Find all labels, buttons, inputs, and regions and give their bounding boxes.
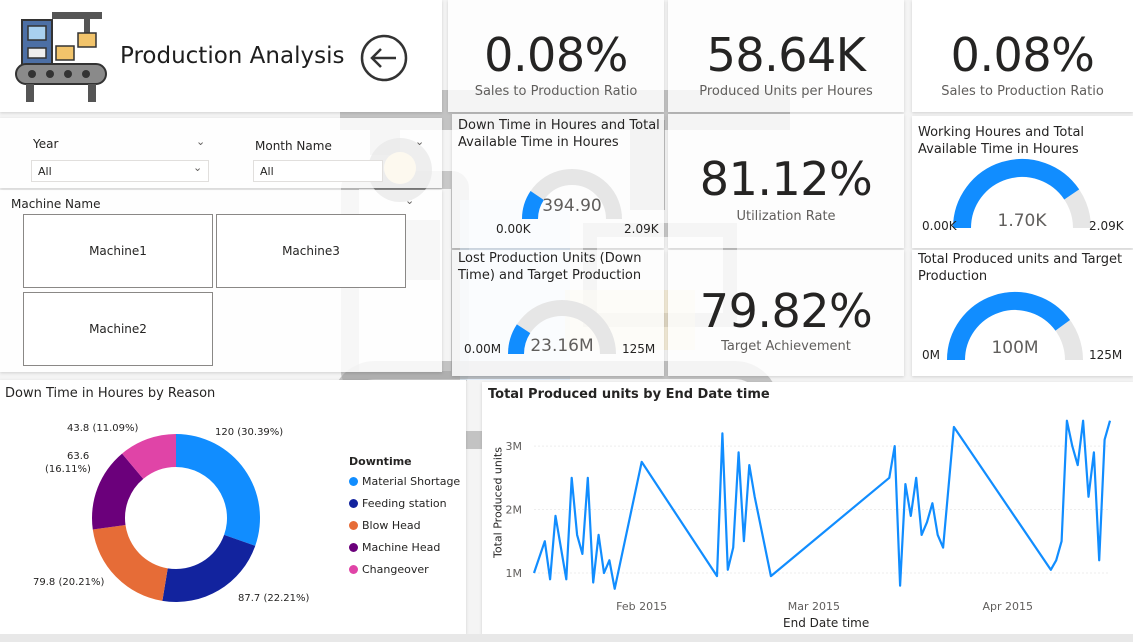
machine-tile-3[interactable]: Machine3 — [216, 214, 406, 288]
kpi-card-sales-ratio: 0.08% Sales to Production Ratio — [448, 0, 664, 112]
month-dropdown[interactable]: All — [253, 160, 383, 182]
kpi-card-utilization: 81.12% Utilization Rate — [668, 114, 904, 248]
gauge-max: 125M — [622, 342, 656, 356]
legend-item[interactable]: Machine Head — [349, 541, 440, 554]
gauge-card-produced-target: Total Produced units and Target Producti… — [912, 250, 1133, 376]
chevron-down-icon[interactable]: ⌄ — [415, 135, 424, 148]
gauge-max: 125M — [1089, 348, 1123, 362]
gauge-card-working-hours: Working Houres and Total Available Time … — [912, 116, 1133, 248]
year-dropdown[interactable]: All — [31, 160, 209, 182]
data-label: 63.6 — [67, 451, 90, 462]
donut-slice — [92, 525, 168, 601]
kpi-label: Sales to Production Ratio — [474, 84, 638, 99]
page-title: Production Analysis — [120, 43, 345, 69]
downtime-donut-card: Down Time in Houres by Reason 120 (30.39… — [0, 380, 466, 634]
gauge-value: 23.16M — [530, 336, 594, 356]
month-slicer-label: Month Name — [255, 139, 332, 153]
chevron-down-icon[interactable]: ⌄ — [193, 161, 202, 174]
kpi-card-target-achievement: 79.82% Target Achievement — [668, 250, 904, 376]
kpi-card-sales-ratio-2: 0.08% Sales to Production Ratio — [912, 0, 1133, 112]
machine-slicer: Machine Name ⌄ Machine1 Machine3 Machine… — [0, 190, 442, 372]
legend-item[interactable]: Changeover — [349, 563, 429, 576]
legend-marker — [349, 477, 358, 486]
data-label: 43.8 (11.09%) — [67, 423, 139, 434]
back-arrow-icon[interactable] — [359, 33, 409, 83]
data-label: 87.7 (22.21%) — [238, 593, 310, 604]
gauge-min: 0.00M — [464, 342, 502, 356]
kpi-label: Sales to Production Ratio — [941, 84, 1104, 99]
legend-item[interactable]: Blow Head — [349, 519, 421, 532]
legend-label: Material Shortage — [362, 475, 461, 488]
gauge-arc — [508, 300, 616, 355]
gauge-min: 0M — [922, 348, 940, 362]
page-tabs-bar — [0, 634, 1133, 642]
data-label: 120 (30.39%) — [215, 427, 284, 438]
data-label: 79.8 (20.21%) — [33, 577, 105, 588]
data-label: (16.11%) — [45, 464, 91, 475]
machine-tile-2[interactable]: Machine2 — [23, 292, 213, 366]
legend-marker — [349, 565, 358, 574]
kpi-value: 81.12% — [699, 152, 873, 206]
legend-marker — [349, 543, 358, 552]
line-chart: 1M 2M 3M Feb 2015 Mar 2015 Apr 2015 — [506, 419, 1112, 613]
chevron-down-icon[interactable]: ⌄ — [405, 194, 414, 207]
kpi-value: 58.64K — [706, 28, 866, 82]
legend-item[interactable]: Feeding station — [349, 497, 447, 510]
kpi-value: 0.08% — [484, 28, 628, 82]
gauge-min: 0.00K — [922, 219, 957, 233]
gauge-value: 100M — [991, 338, 1039, 358]
gauge-min: 0.00K — [496, 222, 531, 236]
y-axis-title: Total Produced units — [491, 447, 505, 558]
header-card: Production Analysis — [0, 0, 442, 112]
legend-item[interactable]: Material Shortage — [349, 475, 460, 488]
factory-conveyor-icon — [15, 12, 107, 102]
filter-panel: Year ⌄ All ⌄ Month Name ⌄ All — [0, 118, 442, 188]
y-tick-label: 1M — [506, 567, 523, 580]
kpi-label: Target Achievement — [721, 339, 851, 354]
x-axis-title: End Date time — [783, 616, 870, 630]
gauge-max: 2.09K — [1089, 219, 1124, 233]
x-tick-label: Feb 2015 — [616, 600, 667, 613]
gauge-value: 394.90 — [542, 196, 602, 216]
year-dropdown-value: All — [38, 165, 52, 178]
donut-slice — [162, 534, 256, 602]
kpi-value: 0.08% — [950, 28, 1095, 82]
kpi-card-produced-per-hour: 58.64K Produced Units per Houres — [668, 0, 904, 112]
legend-marker — [349, 521, 358, 530]
legend-label: Machine Head — [362, 541, 441, 554]
donut-slice — [176, 434, 260, 546]
legend-title: Downtime — [349, 455, 412, 468]
gauge-max: 2.09K — [624, 222, 659, 236]
legend-label: Feeding station — [362, 497, 447, 510]
legend-label: Changeover — [362, 563, 429, 576]
machine-slicer-label: Machine Name — [11, 197, 101, 211]
kpi-label: Produced Units per Houres — [699, 84, 873, 99]
chevron-down-icon[interactable]: ⌄ — [196, 135, 205, 148]
kpi-value: 79.82% — [699, 284, 873, 338]
month-dropdown-value: All — [260, 165, 274, 178]
y-tick-label: 2M — [506, 504, 523, 517]
produced-line-card: Total Produced units by End Date time 1M… — [482, 382, 1133, 634]
kpi-label: Utilization Rate — [736, 209, 836, 224]
gauge-card-downtime: Down Time in Houres and Total Available … — [452, 114, 664, 248]
y-tick-label: 3M — [506, 440, 523, 453]
machine-tile-1[interactable]: Machine1 — [23, 214, 213, 288]
year-slicer-label: Year — [33, 137, 59, 151]
x-tick-label: Apr 2015 — [982, 600, 1033, 613]
gauge-card-lost-units: Lost Production Units (Down Time) and Ta… — [452, 250, 664, 376]
x-tick-label: Mar 2015 — [788, 600, 840, 613]
gauge-value: 1.70K — [997, 211, 1047, 231]
legend-marker — [349, 499, 358, 508]
legend-label: Blow Head — [362, 519, 421, 532]
